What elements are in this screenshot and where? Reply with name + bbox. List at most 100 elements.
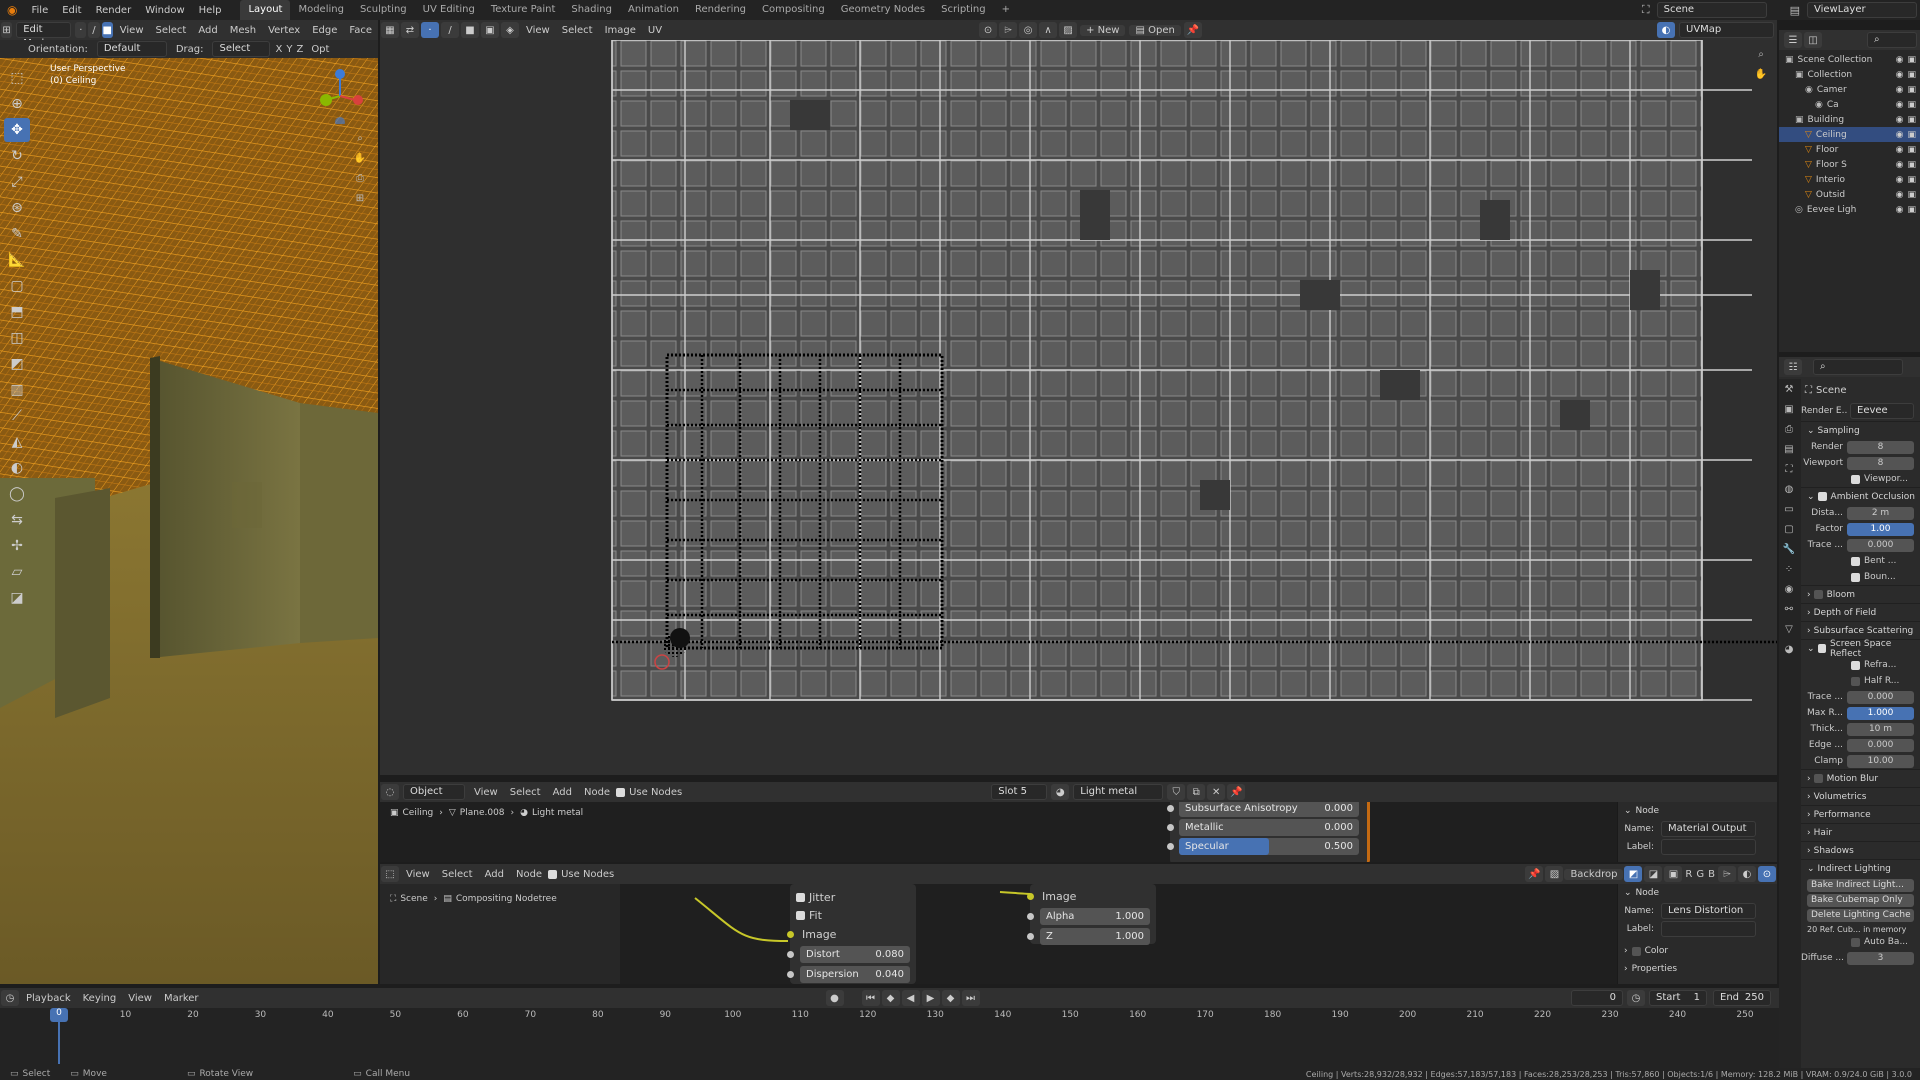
alpha-socket[interactable] [1027,912,1034,920]
render-visibility-icon[interactable]: ▣ [1907,55,1916,65]
comp-use-nodes-checkbox[interactable] [548,869,558,879]
proportional-icon[interactable]: ◎ [1019,22,1038,38]
edge-select-icon[interactable]: / [88,22,100,38]
tool-tab-icon[interactable]: ⚒ [1779,379,1799,399]
pan-hand-icon[interactable]: ✋ [350,148,370,168]
comp-node-label-field[interactable] [1661,921,1756,937]
menu-render[interactable]: Render [89,5,139,16]
axis-x-toggle[interactable]: X [273,44,284,55]
render-visibility-icon[interactable]: ▣ [1907,175,1916,185]
material-slot-selector[interactable]: Slot 5 [991,784,1048,800]
transform-icon[interactable]: ⊛ [4,196,30,220]
visibility-eye-icon[interactable]: ◉ [1896,190,1904,200]
menu-window[interactable]: Window [138,5,191,16]
render-visibility-icon[interactable]: ▣ [1907,70,1916,80]
max-roughness-field[interactable]: 1.000 [1847,706,1914,720]
render-visibility-icon[interactable]: ▣ [1907,100,1916,110]
visibility-eye-icon[interactable]: ◉ [1896,55,1904,65]
comp-pin-icon[interactable]: 📌 [1525,866,1544,882]
comp-overlay-icon[interactable]: ◐ [1738,866,1756,882]
play-reverse-icon[interactable]: ◀ [901,990,920,1006]
socket[interactable] [1167,843,1174,850]
principled-bsdf-node[interactable]: Subsurface Anisotropy 0.000 Metallic 0.000… [1167,802,1370,862]
material-tab-icon[interactable]: ◕ [1779,639,1799,659]
uv-zoom-icon[interactable]: ⌕ [1751,44,1771,64]
end-frame-field[interactable]: End 250 [1713,990,1771,1006]
data-tab-icon[interactable]: ▽ [1779,619,1799,639]
dof-panel[interactable]: › Depth of Field [1801,603,1920,621]
render-tab-icon[interactable]: ▣ [1779,399,1799,419]
ao-factor-field[interactable]: 1.00 [1847,522,1914,536]
metallic-field[interactable]: Metallic 0.000 [1179,819,1359,836]
outliner-row[interactable]: ▽ Interio ◉ ▣ [1779,172,1920,187]
comp-menu-view[interactable]: View [400,869,436,880]
ao-panel[interactable]: ⌄ Ambient Occlusion [1801,487,1920,505]
compositor-type-icon[interactable]: ⬚ [381,866,399,882]
hair-panel[interactable]: › Hair [1801,823,1920,841]
prev-keyframe-icon[interactable]: ◆ [881,990,900,1006]
render-visibility-icon[interactable]: ▣ [1907,130,1916,140]
z-socket[interactable] [1027,932,1034,940]
uv-overlay-icon[interactable]: ◐ [1657,22,1675,38]
motion-blur-checkbox[interactable] [1813,774,1823,783]
ssr-trace-field[interactable]: 0.000 [1847,690,1914,704]
pin-icon[interactable]: 📌 [1183,22,1202,38]
shader-node-panel-header[interactable]: ⌄ Node [1618,802,1777,820]
tab-animation[interactable]: Animation [620,0,687,20]
spin-icon[interactable]: ◐ [4,456,30,480]
visibility-eye-icon[interactable]: ◉ [1896,130,1904,140]
output-tab-icon[interactable]: ⎙ [1779,419,1799,439]
edge-slide-icon[interactable]: ⇆ [4,508,30,532]
comp-node-name-field[interactable]: Lens Distortion [1661,903,1756,919]
shader-menu-view[interactable]: View [468,787,504,798]
render-visibility-icon[interactable]: ▣ [1907,160,1916,170]
comp-gizmo-icon[interactable]: ⊙ [1758,866,1776,882]
ao-checkbox[interactable] [1817,492,1827,501]
object-tab-icon[interactable]: ▢ [1779,519,1799,539]
drag-selector[interactable]: Select Box [212,41,271,68]
scene-tab-icon[interactable]: ⛶ [1779,459,1799,479]
world-tab-icon[interactable]: ◍ [1779,479,1799,499]
annotate-icon[interactable]: ✎ [4,222,30,246]
bloom-checkbox[interactable] [1813,590,1823,599]
render-visibility-icon[interactable]: ▣ [1907,145,1916,155]
jitter-checkbox[interactable] [796,892,805,902]
timeline-menu-playback[interactable]: Playback [20,993,77,1004]
outliner-type-icon[interactable]: ☰ [1784,32,1802,48]
rip-icon[interactable]: ◪ [4,586,30,610]
material-name-field[interactable]: Light metal [1073,784,1164,800]
smooth-icon[interactable]: ◯ [4,482,30,506]
sticky-select-icon[interactable]: ◈ [501,22,519,38]
socket[interactable] [1167,824,1174,831]
record-icon[interactable]: ● [825,990,844,1006]
uvmap-selector[interactable]: UVMap [1679,22,1774,38]
bake-cubemap-button[interactable]: Bake Cubemap Only [1807,894,1914,907]
shadows-panel[interactable]: › Shadows [1801,841,1920,859]
visibility-eye-icon[interactable]: ◉ [1896,70,1904,80]
collection-tab-icon[interactable]: ▭ [1779,499,1799,519]
uv-edge-mode-icon[interactable]: / [441,22,459,38]
sampling-panel[interactable]: ⌄ Sampling [1801,421,1920,439]
ao-trace-field[interactable]: 0.000 [1847,538,1914,552]
alpha-field[interactable]: Alpha 1.000 [1040,907,1150,925]
shader-pin-icon[interactable]: 📌 [1227,784,1246,800]
viewport-menu-add[interactable]: Add [192,25,223,36]
comp-menu-node[interactable]: Node [510,869,548,880]
orientation-selector[interactable]: Default [96,41,167,57]
dispersion-socket[interactable] [787,970,794,978]
shader-node-label-field[interactable] [1661,839,1756,855]
bounce-checkbox[interactable] [1851,572,1860,582]
pivot-icon[interactable]: ⊙ [979,22,998,38]
uv-face-mode-icon[interactable]: ■ [461,22,479,38]
cursor-icon[interactable]: ⊕ [4,92,30,116]
render-visibility-icon[interactable]: ▣ [1907,85,1916,95]
fit-checkbox[interactable] [796,910,805,920]
render-samples-field[interactable]: 8 [1847,440,1914,454]
color-subpanel[interactable]: › Color [1618,942,1777,960]
scene-selector[interactable]: Scene [1656,2,1767,18]
scale-icon[interactable]: ⤢ [4,170,30,194]
move-icon[interactable]: ✥ [4,118,30,142]
inset-icon[interactable]: ◫ [4,326,30,350]
ssr-checkbox[interactable] [1817,644,1827,653]
add-cube-icon[interactable]: ▢ [4,274,30,298]
